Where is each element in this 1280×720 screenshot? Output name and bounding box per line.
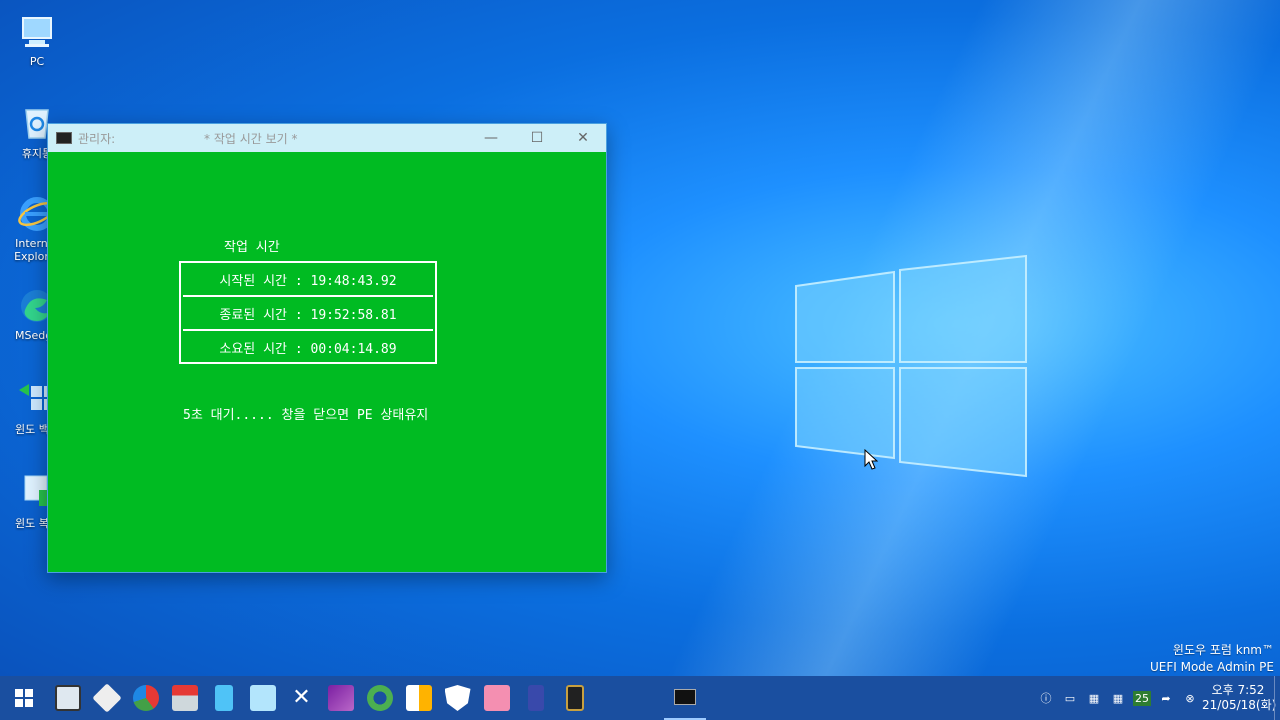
tray-badge[interactable]: 25 (1130, 676, 1154, 720)
console-heading: 작업 시간 (224, 240, 280, 255)
desktop-icon-pc[interactable]: PC (6, 12, 68, 68)
taskbar-tools-icon[interactable]: ✕ (282, 676, 321, 720)
taskbar-explorer-icon[interactable] (204, 676, 243, 720)
time-table: 시작된 시간 : 19:48:43.92 종료된 시간 : 19:52:58.8… (179, 261, 437, 364)
start-button[interactable] (0, 676, 48, 720)
close-button[interactable]: ✕ (560, 124, 606, 152)
tray-network-icon[interactable]: ▭ (1058, 676, 1082, 720)
watermark-line1: 윈도우 포럼 knm™ (1172, 643, 1274, 657)
window-titlebar[interactable]: 관리자: * 작업 시간 보기 * — ☐ ✕ (48, 124, 606, 152)
window-owner: 관리자: (78, 131, 116, 146)
taskbar-phone-icon[interactable] (516, 676, 555, 720)
wait-message: 5초 대기..... 창을 닫으면 PE 상태유지 (183, 408, 429, 423)
desktop-watermark: 윈도우 포럼 knm™ UEFI Mode Admin PE (1150, 642, 1274, 676)
console-output[interactable]: 작업 시간 시작된 시간 : 19:48:43.92 종료된 시간 : 19:5… (48, 152, 606, 572)
taskbar-shield-icon[interactable] (438, 676, 477, 720)
clock-time: 오후 7:52 (1211, 683, 1265, 697)
tray-grid-icon[interactable]: ▦ (1106, 676, 1130, 720)
taskbar-media-icon[interactable] (321, 676, 360, 720)
taskbar-copy-icon[interactable] (399, 676, 438, 720)
mouse-cursor-icon (864, 449, 878, 470)
taskbar-refresh-icon[interactable] (360, 676, 399, 720)
end-time-row: 종료된 시간 : 19:52:58.81 (219, 307, 397, 323)
start-time-row: 시작된 시간 : 19:48:43.92 (219, 273, 397, 289)
maximize-button[interactable]: ☐ (514, 124, 560, 152)
desktop-icon-label: PC (29, 55, 45, 68)
window-title: * 작업 시간 보기 * (204, 131, 298, 146)
console-window[interactable]: 관리자: * 작업 시간 보기 * — ☐ ✕ 작업 시간 시작된 시간 : 1… (47, 123, 607, 573)
taskbar: ✕ ⓘ ▭ ▦ ▦ 25 ➦ ⊗ 오후 7:52 21/05/18(화) (0, 676, 1280, 720)
tray-close-icon[interactable]: ⊗ (1178, 676, 1202, 720)
taskbar-disk-tool-icon[interactable] (87, 676, 126, 720)
windows-wallpaper-logo (795, 254, 1027, 478)
tray-share-icon[interactable]: ➦ (1154, 676, 1178, 720)
taskbar-console-active[interactable] (664, 676, 706, 720)
taskbar-notes-icon[interactable] (555, 676, 594, 720)
console-icon (674, 689, 696, 705)
clock-date: 21/05/18(화) (1202, 698, 1277, 712)
taskbar-files-icon[interactable] (243, 676, 282, 720)
minimize-button[interactable]: — (468, 124, 514, 152)
taskbar-windows-app-icon[interactable] (477, 676, 516, 720)
watermark-line2: UEFI Mode Admin PE (1149, 660, 1274, 674)
windows-start-icon (15, 689, 33, 707)
computer-icon (17, 12, 57, 52)
taskbar-partition-icon[interactable] (126, 676, 165, 720)
taskbar-drive-icon[interactable] (165, 676, 204, 720)
console-icon (56, 132, 72, 144)
system-tray: ⓘ ▭ ▦ ▦ 25 ➦ ⊗ 오후 7:52 21/05/18(화) (1034, 676, 1280, 720)
tray-keyboard-icon[interactable]: ▦ (1082, 676, 1106, 720)
taskbar-system-monitor-icon[interactable] (48, 676, 87, 720)
show-desktop-button[interactable] (1274, 676, 1280, 720)
taskbar-clock[interactable]: 오후 7:52 21/05/18(화) (1202, 683, 1277, 713)
elapsed-time-row: 소요된 시간 : 00:04:14.89 (219, 341, 397, 357)
tray-info-icon[interactable]: ⓘ (1034, 676, 1058, 720)
